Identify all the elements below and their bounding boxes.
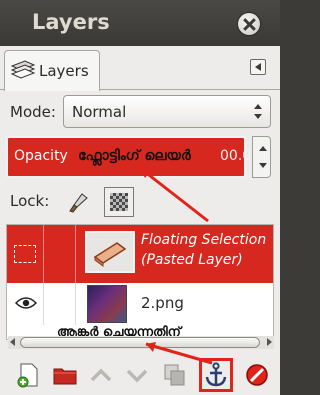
checker-icon bbox=[110, 193, 128, 211]
tab-strip: Layers bbox=[0, 46, 280, 91]
tab-layers-label: Layers bbox=[39, 62, 89, 80]
scroll-left-icon[interactable] bbox=[10, 338, 15, 346]
layers-panel: Layers Mode: Normal Opacity ഫ്ലോട്ടിംഗ് … bbox=[0, 46, 280, 395]
panel-menu-icon[interactable] bbox=[250, 59, 266, 75]
layer-thumbnail bbox=[85, 231, 135, 273]
layer-row-2png[interactable]: 2.png bbox=[7, 283, 273, 325]
window-title: Layers bbox=[32, 10, 110, 34]
layer-thumbnail bbox=[87, 285, 127, 323]
visibility-toggle[interactable] bbox=[14, 245, 36, 263]
titlebar: Layers bbox=[0, 0, 280, 46]
folder-icon[interactable] bbox=[52, 362, 78, 388]
new-layer-icon[interactable] bbox=[16, 362, 42, 388]
duplicate-icon[interactable] bbox=[162, 362, 188, 388]
opacity-annotation: ഫ്ലോട്ടിംഗ് ലെയർ bbox=[78, 148, 191, 164]
layer-list[interactable]: Floating Selection (Pasted Layer) 2.png ആ… bbox=[6, 224, 274, 340]
mode-value: Normal bbox=[72, 103, 127, 121]
eye-icon[interactable] bbox=[15, 296, 37, 310]
anchor-icon bbox=[205, 362, 227, 387]
layer-name-2png: 2.png bbox=[141, 294, 184, 312]
close-icon[interactable] bbox=[237, 12, 261, 36]
floating-selection-icon bbox=[93, 242, 127, 267]
mode-select[interactable]: Normal bbox=[63, 95, 271, 128]
scroll-thumb[interactable] bbox=[20, 337, 260, 348]
layer-toolbar bbox=[0, 352, 280, 395]
column-divider bbox=[75, 225, 76, 283]
layer-row-floating[interactable]: Floating Selection (Pasted Layer) bbox=[7, 225, 273, 283]
column-divider bbox=[43, 225, 44, 283]
spin-up-icon[interactable] bbox=[259, 146, 267, 151]
column-divider bbox=[43, 283, 44, 325]
opacity-value: 00.0 bbox=[220, 148, 252, 164]
mode-label: Mode: bbox=[10, 103, 56, 121]
opacity-field[interactable]: Opacity ഫ്ലോട്ടിംഗ് ലെയർ 00.0 bbox=[6, 136, 251, 178]
chevron-down-icon bbox=[254, 114, 262, 119]
anchor-button[interactable] bbox=[199, 358, 233, 392]
raise-icon[interactable] bbox=[88, 362, 114, 388]
tab-layers[interactable]: Layers bbox=[4, 50, 100, 91]
lock-alpha-toggle[interactable] bbox=[104, 187, 134, 217]
spin-down-icon[interactable] bbox=[259, 163, 267, 168]
horizontal-scrollbar[interactable] bbox=[8, 336, 274, 349]
layers-icon bbox=[10, 60, 36, 79]
opacity-spinner[interactable] bbox=[252, 136, 271, 178]
brush-icon[interactable] bbox=[68, 192, 90, 214]
opacity-label: Opacity bbox=[14, 148, 68, 164]
lock-label: Lock: bbox=[10, 192, 50, 210]
layer-name-line2: (Pasted Layer) bbox=[141, 252, 243, 268]
chevron-up-icon bbox=[254, 104, 262, 109]
delete-icon[interactable] bbox=[244, 362, 270, 388]
layer-name-floating: Floating Selection (Pasted Layer) bbox=[141, 230, 266, 270]
lower-icon[interactable] bbox=[124, 362, 150, 388]
scroll-right-icon[interactable] bbox=[267, 338, 272, 346]
column-divider bbox=[75, 283, 76, 325]
layer-name-line1: Floating Selection bbox=[141, 232, 267, 248]
